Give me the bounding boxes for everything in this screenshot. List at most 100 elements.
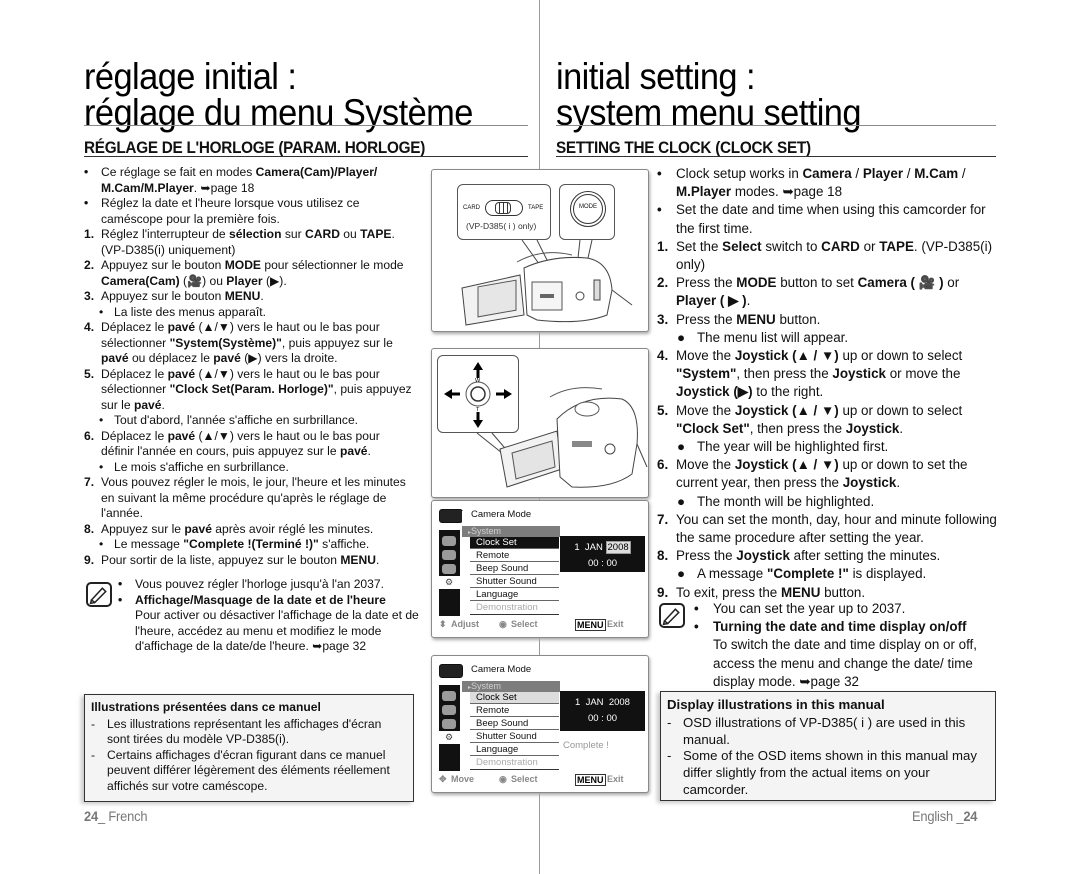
osd-item-beep-sound[interactable]: Beep Sound bbox=[470, 563, 559, 575]
osd-time: 00 : 00 bbox=[587, 558, 618, 569]
list-marker: • bbox=[694, 619, 699, 635]
osd-date-time: 1 JAN 2008 00 : 00 bbox=[560, 691, 645, 731]
item-text: The menu list will appear. bbox=[697, 329, 849, 345]
list-marker: 4. bbox=[657, 348, 669, 364]
item-text: Réglez l'interrupteur de sélection sur C… bbox=[101, 227, 395, 257]
fr-note-bullet: • Affichage/Masquage de la date et de l'h… bbox=[118, 593, 424, 609]
fr-step-9: 9. Pour sortir de la liste, appuyez sur l… bbox=[84, 553, 412, 569]
item-text: Déplacez le pavé (▲/▼) vers le haut ou l… bbox=[101, 428, 380, 459]
en-info-line: - Some of the OSD items shown in this man… bbox=[667, 748, 977, 797]
list-marker: • bbox=[99, 304, 104, 319]
osd-item-demonstration[interactable]: Demonstration bbox=[470, 602, 559, 614]
list-marker: 7. bbox=[84, 475, 95, 489]
fr-step-4: 4. Déplacez le pavé (▲/▼) vers le haut ou… bbox=[84, 320, 412, 367]
item-text: Tout d'abord, l'année s'affiche en surbr… bbox=[114, 413, 359, 427]
item-text: La liste des menus apparaît. bbox=[114, 304, 266, 319]
note-pencil-icon bbox=[659, 603, 685, 628]
item-text: The month will be highlighted. bbox=[697, 493, 875, 509]
en-title-line1: initial setting : bbox=[556, 56, 756, 97]
move-icon: ✥ bbox=[439, 774, 447, 784]
fr-step-1: 1. Réglez l'interrupteur de sélection sur… bbox=[84, 227, 412, 258]
en-note: • You can set the year up to 2037. • Turnin… bbox=[657, 600, 997, 690]
gear-icon: ⚙ bbox=[439, 576, 469, 589]
list-marker: 8. bbox=[84, 521, 95, 536]
osd-item-remote[interactable]: Remote bbox=[470, 705, 559, 717]
en-bullet: • Set the date and time when using this c… bbox=[657, 201, 997, 237]
osd-category-system[interactable]: ▸System bbox=[462, 681, 560, 692]
osd-item-language[interactable]: Language bbox=[470, 744, 559, 756]
item-text: A message "Complete !" is displayed. bbox=[697, 566, 927, 582]
fr-note-text: Pour activer ou désactiver l'affichage d… bbox=[135, 608, 419, 653]
note-pencil-icon bbox=[86, 582, 112, 607]
list-marker: 4. bbox=[84, 320, 95, 334]
osd-menu-key: MENU bbox=[575, 619, 606, 631]
item-text: You can set the year up to 2037. bbox=[713, 601, 906, 616]
osd-foot-exit: Exit bbox=[607, 774, 624, 784]
item-text: Le message "Complete !(Terminé !)" s'aff… bbox=[114, 537, 370, 551]
osd-item-clock-set[interactable]: Clock Set bbox=[470, 692, 559, 704]
osd-year-highlighted[interactable]: 2008 bbox=[605, 541, 631, 554]
osd-item-beep-sound[interactable]: Beep Sound bbox=[470, 718, 559, 730]
item-text: Déplacez le pavé (▲/▼) vers le haut ou l… bbox=[101, 320, 393, 365]
en-info-heading: Display illustrations in this manual bbox=[667, 697, 885, 712]
osd-footer: ✥ Move ◉ Select MENU Exit bbox=[437, 774, 639, 788]
fr-info-box: Illustrations présentées dans ce manuel … bbox=[84, 694, 414, 802]
osd-foot-move: Move bbox=[451, 774, 475, 784]
fr-page-number: 24 bbox=[84, 808, 98, 824]
figure-joystick: W T bbox=[431, 348, 649, 498]
en-step-4: 4. Move the Joystick (▲ / ▼) up or down t… bbox=[657, 347, 997, 402]
fr-step-2: 2. Appuyez sur le bouton MODE pour sélect… bbox=[84, 258, 412, 289]
fr-note-bullet: • Vous pouvez régler l'horloge jusqu'à l'… bbox=[118, 577, 424, 593]
list-marker: • bbox=[118, 577, 123, 591]
en-note-bullet: • Turning the date and time display on/of… bbox=[694, 618, 997, 636]
en-instructions: • Clock setup works in Camera / Player / … bbox=[657, 165, 997, 602]
fr-step-6: 6. Déplacez le pavé (▲/▼) vers le haut ou… bbox=[84, 429, 412, 460]
gear-icon: ⚙ bbox=[439, 731, 469, 744]
osd-category-tabs: ⚙ bbox=[439, 530, 469, 616]
osd-item-shutter-sound[interactable]: Shutter Sound bbox=[470, 576, 559, 588]
item-text: The year will be highlighted first. bbox=[697, 439, 889, 455]
joystick-press-icon: ◉ bbox=[499, 774, 507, 784]
fr-step-7: 7. Vous pouvez régler le mois, le jour, l… bbox=[84, 475, 412, 522]
osd-category-system[interactable]: ▸System bbox=[462, 526, 560, 537]
fr-step-8: 8. Appuyez sur le pavé après avoir réglé … bbox=[84, 522, 412, 538]
list-marker: 7. bbox=[657, 511, 669, 527]
list-marker: 6. bbox=[657, 457, 669, 473]
osd-item-demonstration[interactable]: Demonstration bbox=[470, 757, 559, 769]
item-text: Affichage/Masquage de la date et de l'he… bbox=[135, 592, 386, 607]
osd-foot-exit: Exit bbox=[607, 619, 624, 629]
osd-item-language[interactable]: Language bbox=[470, 589, 559, 601]
camera-mode-icon bbox=[439, 509, 463, 523]
osd-item-remote[interactable]: Remote bbox=[470, 550, 559, 562]
list-marker: 3. bbox=[657, 311, 669, 327]
en-note-bullet: • You can set the year up to 2037. bbox=[694, 600, 997, 618]
item-text: Press the MENU button. bbox=[676, 311, 821, 327]
osd-item-shutter-sound[interactable]: Shutter Sound bbox=[470, 731, 559, 743]
camcorder-illustration bbox=[461, 239, 633, 326]
list-marker: 5. bbox=[84, 366, 95, 381]
en-step-3: 3. Press the MENU button. bbox=[657, 311, 997, 329]
en-footer-lang: English _ bbox=[912, 808, 964, 824]
fr-instructions: • Ce réglage se fait en modes Camera(Cam)… bbox=[84, 165, 412, 568]
item-text: Clock setup works in Camera / Player / M… bbox=[676, 166, 966, 200]
list-marker: • bbox=[118, 592, 123, 607]
osd-header: Camera Mode bbox=[471, 509, 532, 520]
item-text: Press the MODE button to set Camera ( 🎥 … bbox=[676, 275, 960, 309]
osd-item-clock-set[interactable]: Clock Set bbox=[470, 537, 559, 549]
list-marker: 2. bbox=[657, 275, 669, 291]
en-step-8: 8. Press the Joystick after setting the m… bbox=[657, 547, 997, 565]
fr-title-line1: réglage initial : bbox=[84, 56, 297, 97]
osd-footer: ⬍ Adjust ◉ Select MENU Exit bbox=[437, 619, 639, 633]
en-bullet: • Clock setup works in Camera / Player / … bbox=[657, 165, 997, 201]
item-text: Déplacez le pavé (▲/▼) vers le haut ou l… bbox=[101, 366, 412, 412]
en-step-7: 7. You can set the month, day, hour and m… bbox=[657, 511, 997, 547]
osd-date-time: 1 JAN 2008 00 : 00 bbox=[560, 536, 645, 572]
en-step-2: 2. Press the MODE button to set Camera ( … bbox=[657, 274, 997, 310]
list-marker: • bbox=[99, 413, 104, 427]
figure-select-switch-mode: CARD TAPE (VP-D385( i ) only) MODE bbox=[431, 169, 649, 332]
item-text: Set the date and time when using this ca… bbox=[676, 202, 986, 236]
en-sub-bullet: ● A message "Complete !" is displayed. bbox=[657, 565, 997, 583]
item-text: You can set the month, day, hour and min… bbox=[676, 511, 997, 546]
en-note-text: To switch the date and time display on o… bbox=[713, 637, 977, 689]
list-marker: ● bbox=[677, 439, 686, 455]
